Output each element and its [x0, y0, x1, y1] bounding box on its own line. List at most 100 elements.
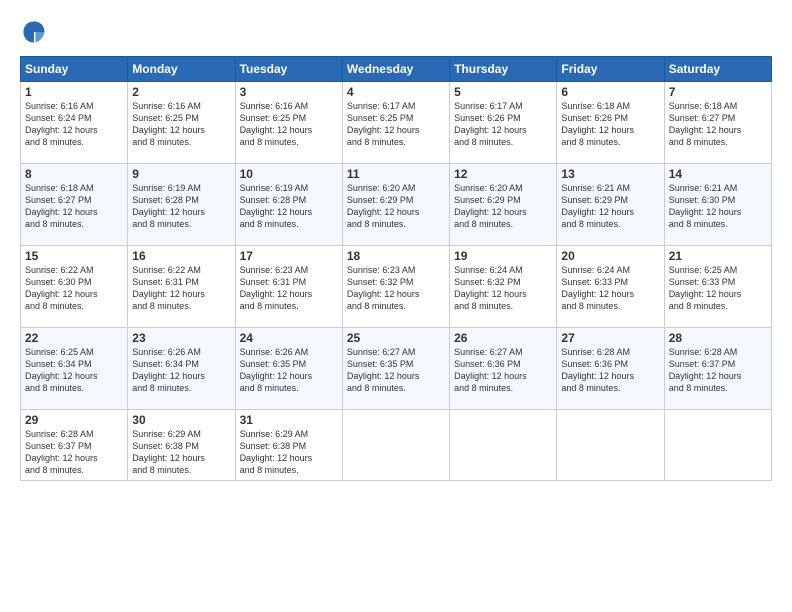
calendar-cell: 21Sunrise: 6:25 AMSunset: 6:33 PMDayligh… — [664, 246, 771, 328]
day-info: Sunrise: 6:17 AMSunset: 6:26 PMDaylight:… — [454, 100, 552, 149]
day-info: Sunrise: 6:21 AMSunset: 6:30 PMDaylight:… — [669, 182, 767, 231]
calendar-cell: 11Sunrise: 6:20 AMSunset: 6:29 PMDayligh… — [342, 164, 449, 246]
calendar-day-header: Friday — [557, 57, 664, 82]
day-info: Sunrise: 6:20 AMSunset: 6:29 PMDaylight:… — [454, 182, 552, 231]
day-number: 31 — [240, 413, 338, 427]
calendar-week-row: 29Sunrise: 6:28 AMSunset: 6:37 PMDayligh… — [21, 410, 772, 481]
calendar-cell: 8Sunrise: 6:18 AMSunset: 6:27 PMDaylight… — [21, 164, 128, 246]
day-number: 28 — [669, 331, 767, 345]
calendar-day-header: Monday — [128, 57, 235, 82]
calendar-cell: 3Sunrise: 6:16 AMSunset: 6:25 PMDaylight… — [235, 82, 342, 164]
calendar-cell — [450, 410, 557, 481]
calendar-cell: 20Sunrise: 6:24 AMSunset: 6:33 PMDayligh… — [557, 246, 664, 328]
day-number: 19 — [454, 249, 552, 263]
calendar-cell: 14Sunrise: 6:21 AMSunset: 6:30 PMDayligh… — [664, 164, 771, 246]
day-info: Sunrise: 6:24 AMSunset: 6:32 PMDaylight:… — [454, 264, 552, 313]
day-info: Sunrise: 6:16 AMSunset: 6:24 PMDaylight:… — [25, 100, 123, 149]
calendar-cell: 15Sunrise: 6:22 AMSunset: 6:30 PMDayligh… — [21, 246, 128, 328]
calendar-cell: 23Sunrise: 6:26 AMSunset: 6:34 PMDayligh… — [128, 328, 235, 410]
calendar-cell: 24Sunrise: 6:26 AMSunset: 6:35 PMDayligh… — [235, 328, 342, 410]
calendar-cell: 17Sunrise: 6:23 AMSunset: 6:31 PMDayligh… — [235, 246, 342, 328]
day-info: Sunrise: 6:16 AMSunset: 6:25 PMDaylight:… — [240, 100, 338, 149]
calendar-week-row: 15Sunrise: 6:22 AMSunset: 6:30 PMDayligh… — [21, 246, 772, 328]
calendar-cell: 7Sunrise: 6:18 AMSunset: 6:27 PMDaylight… — [664, 82, 771, 164]
logo-icon — [20, 18, 48, 46]
day-info: Sunrise: 6:18 AMSunset: 6:26 PMDaylight:… — [561, 100, 659, 149]
day-info: Sunrise: 6:25 AMSunset: 6:33 PMDaylight:… — [669, 264, 767, 313]
day-number: 21 — [669, 249, 767, 263]
calendar-day-header: Wednesday — [342, 57, 449, 82]
day-info: Sunrise: 6:27 AMSunset: 6:36 PMDaylight:… — [454, 346, 552, 395]
calendar-cell: 4Sunrise: 6:17 AMSunset: 6:25 PMDaylight… — [342, 82, 449, 164]
day-number: 5 — [454, 85, 552, 99]
day-number: 27 — [561, 331, 659, 345]
calendar-cell: 10Sunrise: 6:19 AMSunset: 6:28 PMDayligh… — [235, 164, 342, 246]
day-info: Sunrise: 6:22 AMSunset: 6:30 PMDaylight:… — [25, 264, 123, 313]
day-number: 18 — [347, 249, 445, 263]
day-info: Sunrise: 6:18 AMSunset: 6:27 PMDaylight:… — [669, 100, 767, 149]
day-number: 16 — [132, 249, 230, 263]
day-info: Sunrise: 6:17 AMSunset: 6:25 PMDaylight:… — [347, 100, 445, 149]
calendar-header-row: SundayMondayTuesdayWednesdayThursdayFrid… — [21, 57, 772, 82]
calendar-day-header: Saturday — [664, 57, 771, 82]
day-info: Sunrise: 6:28 AMSunset: 6:37 PMDaylight:… — [25, 428, 123, 477]
calendar-week-row: 22Sunrise: 6:25 AMSunset: 6:34 PMDayligh… — [21, 328, 772, 410]
day-info: Sunrise: 6:18 AMSunset: 6:27 PMDaylight:… — [25, 182, 123, 231]
day-info: Sunrise: 6:20 AMSunset: 6:29 PMDaylight:… — [347, 182, 445, 231]
day-number: 2 — [132, 85, 230, 99]
day-info: Sunrise: 6:29 AMSunset: 6:38 PMDaylight:… — [132, 428, 230, 477]
page: SundayMondayTuesdayWednesdayThursdayFrid… — [0, 0, 792, 612]
calendar-day-header: Thursday — [450, 57, 557, 82]
day-number: 25 — [347, 331, 445, 345]
calendar-cell — [342, 410, 449, 481]
day-number: 29 — [25, 413, 123, 427]
calendar-day-header: Sunday — [21, 57, 128, 82]
calendar-table: SundayMondayTuesdayWednesdayThursdayFrid… — [20, 56, 772, 481]
calendar-cell: 19Sunrise: 6:24 AMSunset: 6:32 PMDayligh… — [450, 246, 557, 328]
day-info: Sunrise: 6:26 AMSunset: 6:34 PMDaylight:… — [132, 346, 230, 395]
day-info: Sunrise: 6:16 AMSunset: 6:25 PMDaylight:… — [132, 100, 230, 149]
calendar-cell: 18Sunrise: 6:23 AMSunset: 6:32 PMDayligh… — [342, 246, 449, 328]
day-info: Sunrise: 6:19 AMSunset: 6:28 PMDaylight:… — [240, 182, 338, 231]
calendar-cell: 26Sunrise: 6:27 AMSunset: 6:36 PMDayligh… — [450, 328, 557, 410]
day-number: 30 — [132, 413, 230, 427]
day-info: Sunrise: 6:22 AMSunset: 6:31 PMDaylight:… — [132, 264, 230, 313]
calendar-cell: 25Sunrise: 6:27 AMSunset: 6:35 PMDayligh… — [342, 328, 449, 410]
day-number: 4 — [347, 85, 445, 99]
day-info: Sunrise: 6:25 AMSunset: 6:34 PMDaylight:… — [25, 346, 123, 395]
day-number: 17 — [240, 249, 338, 263]
calendar-cell — [557, 410, 664, 481]
day-info: Sunrise: 6:21 AMSunset: 6:29 PMDaylight:… — [561, 182, 659, 231]
calendar-week-row: 1Sunrise: 6:16 AMSunset: 6:24 PMDaylight… — [21, 82, 772, 164]
calendar-cell: 27Sunrise: 6:28 AMSunset: 6:36 PMDayligh… — [557, 328, 664, 410]
day-info: Sunrise: 6:28 AMSunset: 6:36 PMDaylight:… — [561, 346, 659, 395]
calendar-cell: 29Sunrise: 6:28 AMSunset: 6:37 PMDayligh… — [21, 410, 128, 481]
day-number: 14 — [669, 167, 767, 181]
logo — [20, 18, 52, 46]
day-info: Sunrise: 6:23 AMSunset: 6:31 PMDaylight:… — [240, 264, 338, 313]
calendar-cell: 5Sunrise: 6:17 AMSunset: 6:26 PMDaylight… — [450, 82, 557, 164]
day-info: Sunrise: 6:19 AMSunset: 6:28 PMDaylight:… — [132, 182, 230, 231]
calendar-cell: 2Sunrise: 6:16 AMSunset: 6:25 PMDaylight… — [128, 82, 235, 164]
day-number: 13 — [561, 167, 659, 181]
day-number: 20 — [561, 249, 659, 263]
day-number: 7 — [669, 85, 767, 99]
day-number: 10 — [240, 167, 338, 181]
day-number: 11 — [347, 167, 445, 181]
day-info: Sunrise: 6:26 AMSunset: 6:35 PMDaylight:… — [240, 346, 338, 395]
calendar-day-header: Tuesday — [235, 57, 342, 82]
calendar-cell: 28Sunrise: 6:28 AMSunset: 6:37 PMDayligh… — [664, 328, 771, 410]
calendar-cell: 22Sunrise: 6:25 AMSunset: 6:34 PMDayligh… — [21, 328, 128, 410]
day-number: 15 — [25, 249, 123, 263]
header — [20, 18, 772, 46]
day-info: Sunrise: 6:23 AMSunset: 6:32 PMDaylight:… — [347, 264, 445, 313]
day-number: 12 — [454, 167, 552, 181]
calendar-cell: 31Sunrise: 6:29 AMSunset: 6:38 PMDayligh… — [235, 410, 342, 481]
calendar-cell: 1Sunrise: 6:16 AMSunset: 6:24 PMDaylight… — [21, 82, 128, 164]
calendar-cell: 30Sunrise: 6:29 AMSunset: 6:38 PMDayligh… — [128, 410, 235, 481]
day-info: Sunrise: 6:28 AMSunset: 6:37 PMDaylight:… — [669, 346, 767, 395]
calendar-cell: 12Sunrise: 6:20 AMSunset: 6:29 PMDayligh… — [450, 164, 557, 246]
day-number: 3 — [240, 85, 338, 99]
day-info: Sunrise: 6:29 AMSunset: 6:38 PMDaylight:… — [240, 428, 338, 477]
day-number: 24 — [240, 331, 338, 345]
